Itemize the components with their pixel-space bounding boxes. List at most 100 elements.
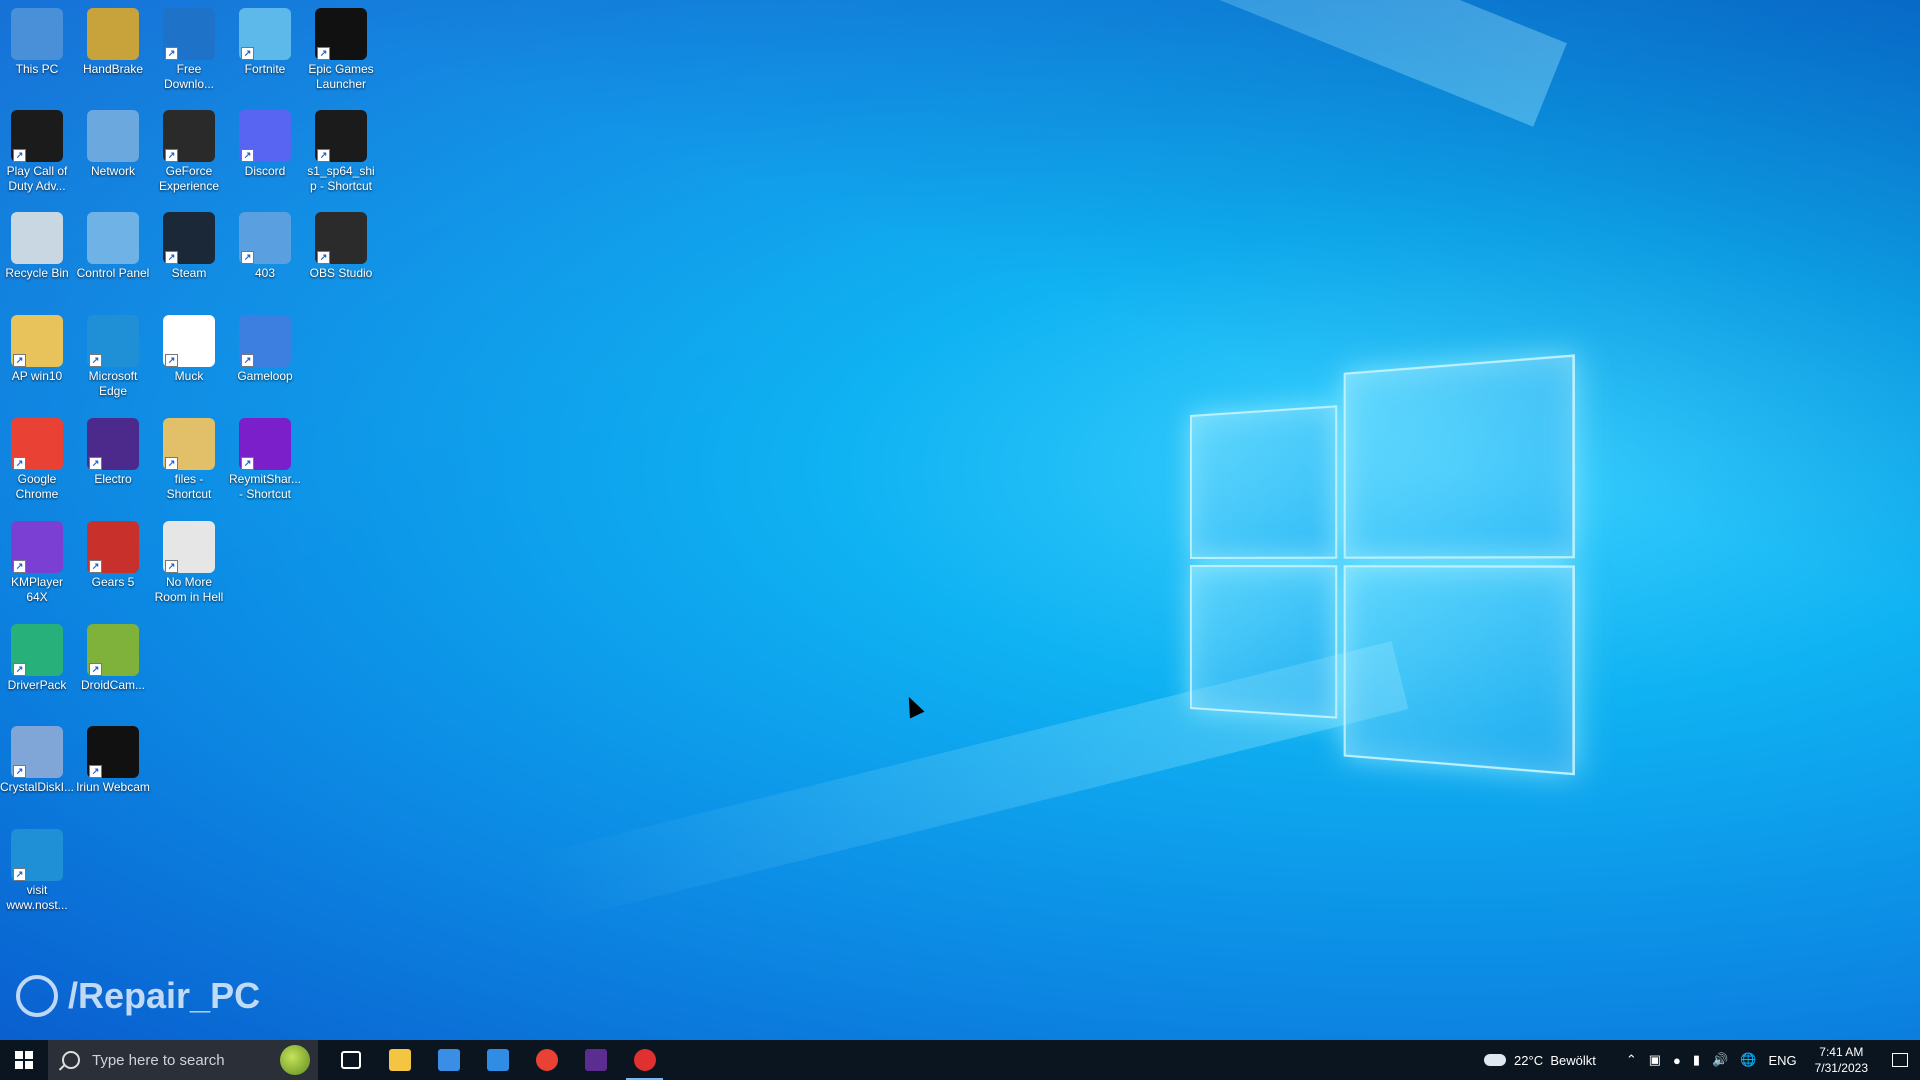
system-tray: 22°C Bewölkt ⌃ ▣ ● ▮ 🔊 🌐 ENG 7:41 AM 7/3…: [1478, 1040, 1920, 1080]
desktop-icon[interactable]: ↗ Iriun Webcam: [76, 726, 150, 795]
desktop-icon[interactable]: ↗ s1_sp64_ship - Shortcut: [304, 110, 378, 194]
visual-studio-icon: [585, 1049, 607, 1071]
droidcam-icon: ↗: [87, 624, 139, 676]
search-icon: [62, 1051, 80, 1069]
windows-start-icon: [15, 1051, 33, 1069]
desktop-icon[interactable]: Control Panel: [76, 212, 150, 281]
gameloop-icon: ↗: [239, 315, 291, 367]
desktop-icon[interactable]: ↗ GeForce Experience: [152, 110, 226, 194]
desktop[interactable]: This PC HandBrake ↗ Free Downlo... ↗ Fortnite…: [0, 0, 1920, 1040]
weather-temp: 22°C: [1514, 1053, 1543, 1068]
weather-widget[interactable]: 22°C Bewölkt: [1478, 1053, 1602, 1068]
desktop-icon-label: This PC: [0, 62, 74, 77]
desktop-icon[interactable]: ↗ Google Chrome: [0, 418, 74, 502]
repair-pc-watermark: /Repair_PC: [16, 975, 260, 1017]
network-globe-icon[interactable]: 🌐: [1734, 1052, 1762, 1068]
desktop-icon[interactable]: ↗ Gameloop: [228, 315, 302, 384]
notification-center-icon[interactable]: [1880, 1040, 1920, 1080]
desktop-icon[interactable]: This PC: [0, 8, 74, 77]
clock[interactable]: 7:41 AM 7/31/2023: [1803, 1044, 1880, 1076]
desktop-icon[interactable]: ↗ KMPlayer 64X: [0, 521, 74, 605]
taskbar-app[interactable]: [375, 1040, 424, 1080]
desktop-icon-label: Steam: [152, 266, 226, 281]
task-view-icon: [341, 1051, 361, 1069]
language-indicator[interactable]: ENG: [1762, 1053, 1802, 1068]
desktop-icon[interactable]: ↗ AP win10: [0, 315, 74, 384]
desktop-icon-label: visit www.nost...: [0, 883, 74, 913]
network-globe-icon: [87, 110, 139, 162]
desktop-icon[interactable]: Recycle Bin: [0, 212, 74, 281]
desktop-icon[interactable]: ↗ Fortnite: [228, 8, 302, 77]
desktop-icon-label: KMPlayer 64X: [0, 575, 74, 605]
shortcut-arrow-icon: ↗: [165, 149, 178, 162]
blank-file-icon: ↗: [163, 315, 215, 367]
shortcut-arrow-icon: ↗: [165, 251, 178, 264]
desktop-icon[interactable]: ↗ OBS Studio: [304, 212, 378, 281]
volume-icon[interactable]: 🔊: [1706, 1052, 1734, 1068]
taskbar-app[interactable]: [473, 1040, 522, 1080]
shortcut-arrow-icon: ↗: [13, 663, 26, 676]
start-button[interactable]: [0, 1040, 48, 1080]
desktop-icon-label: Iriun Webcam: [76, 780, 150, 795]
desktop-icon-label: Gameloop: [228, 369, 302, 384]
crystaldisk-icon: ↗: [11, 726, 63, 778]
edge-icon: ↗: [87, 315, 139, 367]
desktop-icon[interactable]: HandBrake: [76, 8, 150, 77]
taskbar-app[interactable]: [620, 1040, 669, 1080]
taskbar: Type here to search 22°C Bewölkt ⌃ ▣ ● ▮…: [0, 1040, 1920, 1080]
desktop-icon[interactable]: ↗ visit www.nost...: [0, 829, 74, 913]
desktop-icon[interactable]: ↗ Microsoft Edge: [76, 315, 150, 399]
desktop-icon[interactable]: ↗ DroidCam...: [76, 624, 150, 693]
desktop-icon[interactable]: ↗ Free Downlo...: [152, 8, 226, 92]
mouse-pointer-icon: [902, 694, 925, 719]
desktop-icon[interactable]: ↗ Discord: [228, 110, 302, 179]
free-download-manager-icon: ↗: [163, 8, 215, 60]
search-placeholder: Type here to search: [92, 1052, 225, 1069]
desktop-icon[interactable]: ↗ Muck: [152, 315, 226, 384]
geforce-icon: ↗: [163, 110, 215, 162]
desktop-icon[interactable]: ↗ DriverPack: [0, 624, 74, 693]
desktop-icon[interactable]: ↗ ReymitShar... - Shortcut: [228, 418, 302, 502]
cloud-icon: [1484, 1054, 1506, 1066]
edge-icon: ↗: [11, 829, 63, 881]
desktop-icon-label: Discord: [228, 164, 302, 179]
shortcut-arrow-icon: ↗: [165, 47, 178, 60]
logo-pane: [1344, 354, 1575, 558]
call-of-duty-icon: ↗: [11, 110, 63, 162]
desktop-icon[interactable]: ↗ Epic Games Launcher: [304, 8, 378, 92]
desktop-icon[interactable]: ↗ Gears 5: [76, 521, 150, 590]
recycle-bin-icon: [11, 212, 63, 264]
shortcut-arrow-icon: ↗: [89, 765, 102, 778]
desktop-icon[interactable]: ↗ CrystalDiskI...: [0, 726, 74, 795]
desktop-icon[interactable]: ↗ Play Call of Duty Adv...: [0, 110, 74, 194]
desktop-icon[interactable]: ↗ 403: [228, 212, 302, 281]
shortcut-arrow-icon: ↗: [13, 868, 26, 881]
taskbar-app[interactable]: [424, 1040, 473, 1080]
taskbar-app[interactable]: [522, 1040, 571, 1080]
battery-icon[interactable]: ▮: [1687, 1052, 1706, 1068]
desktop-icon[interactable]: ↗ files - Shortcut: [152, 418, 226, 502]
desktop-icon[interactable]: ↗ Steam: [152, 212, 226, 281]
desktop-icon[interactable]: ↗ Electro: [76, 418, 150, 487]
taskbar-search-box[interactable]: Type here to search: [48, 1040, 318, 1080]
microphone-icon[interactable]: ●: [1667, 1053, 1687, 1068]
desktop-icon-label: GeForce Experience: [152, 164, 226, 194]
folder-icon: ↗: [163, 418, 215, 470]
taskbar-app[interactable]: [326, 1040, 375, 1080]
desktop-icon-label: Microsoft Edge: [76, 369, 150, 399]
show-hidden-icons-chevron-icon[interactable]: ⌃: [1620, 1052, 1643, 1068]
device-icon[interactable]: ▣: [1643, 1052, 1667, 1068]
taskbar-app[interactable]: [571, 1040, 620, 1080]
desktop-icon-label: AP win10: [0, 369, 74, 384]
shortcut-arrow-icon: ↗: [13, 457, 26, 470]
desktop-icon[interactable]: Network: [76, 110, 150, 179]
shortcut-arrow-icon: ↗: [89, 354, 102, 367]
desktop-icon-label: Control Panel: [76, 266, 150, 281]
desktop-icon[interactable]: ↗ No More Room in Hell: [152, 521, 226, 605]
search-highlight-icon[interactable]: [280, 1045, 310, 1075]
weather-text: Bewölkt: [1550, 1053, 1596, 1068]
shortcut-arrow-icon: ↗: [165, 354, 178, 367]
no-more-room-icon: ↗: [163, 521, 215, 573]
electro-icon: ↗: [87, 418, 139, 470]
desktop-icon-label: s1_sp64_ship - Shortcut: [304, 164, 378, 194]
